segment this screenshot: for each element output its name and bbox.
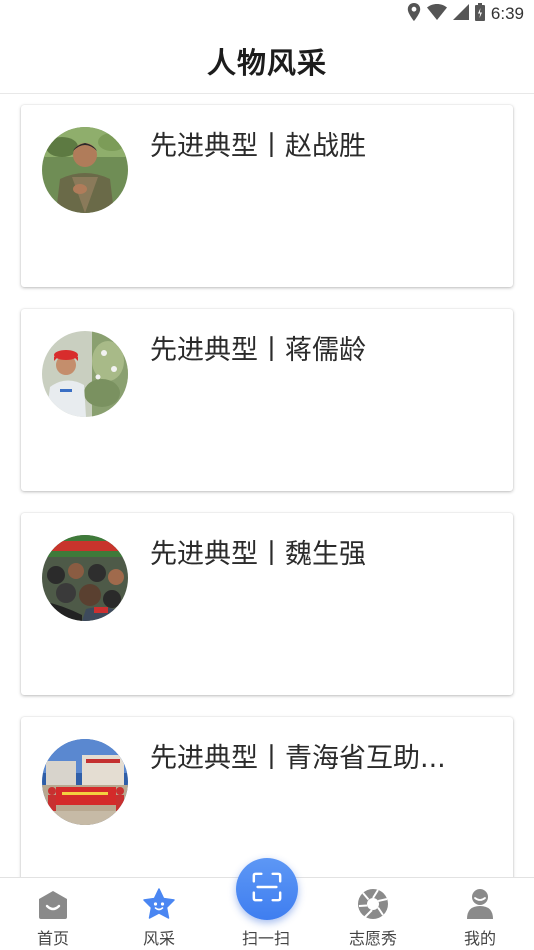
profile-card[interactable]: 先进典型丨青海省互助... bbox=[21, 717, 513, 877]
avatar bbox=[42, 127, 128, 213]
page-title: 人物风采 bbox=[206, 45, 327, 80]
battery-icon bbox=[474, 3, 485, 25]
nav-item-style[interactable]: 风采 bbox=[106, 878, 212, 950]
nav-label: 首页 bbox=[36, 929, 69, 948]
card-title: 先进典型丨青海省互助... bbox=[150, 743, 446, 774]
wifi-icon bbox=[426, 4, 447, 24]
nav-item-mine[interactable]: 我的 bbox=[427, 878, 533, 950]
card-title: 先进典型丨赵战胜 bbox=[150, 131, 366, 162]
location-icon bbox=[407, 3, 421, 25]
status-icons: 6:39 bbox=[407, 3, 524, 25]
nav-label: 志愿秀 bbox=[348, 929, 397, 948]
avatar bbox=[42, 331, 128, 417]
aperture-icon bbox=[356, 887, 390, 921]
profile-card[interactable]: 先进典型丨赵战胜 bbox=[21, 105, 513, 287]
scan-icon bbox=[251, 871, 283, 907]
card-list[interactable]: 先进典型丨赵战胜 先进典型丨蒋儒龄 先进典型丨魏生强 先进典型丨青海省互助... bbox=[0, 95, 534, 877]
avatar bbox=[42, 739, 128, 825]
home-icon bbox=[36, 887, 70, 921]
nav-label: 我的 bbox=[463, 929, 496, 948]
card-title: 先进典型丨蒋儒龄 bbox=[150, 335, 366, 366]
nav-label: 风采 bbox=[142, 929, 175, 948]
profile-card[interactable]: 先进典型丨魏生强 bbox=[21, 513, 513, 695]
star-icon bbox=[142, 887, 176, 921]
card-title: 先进典型丨魏生强 bbox=[150, 539, 366, 570]
avatar bbox=[42, 535, 128, 621]
status-bar: 6:39 bbox=[0, 0, 534, 28]
signal-icon bbox=[452, 4, 469, 24]
profile-card[interactable]: 先进典型丨蒋儒龄 bbox=[21, 309, 513, 491]
app-header: 人物风采 bbox=[0, 28, 534, 94]
status-time: 6:39 bbox=[490, 4, 524, 23]
nav-label: 扫一扫 bbox=[241, 929, 290, 948]
nav-item-home[interactable]: 首页 bbox=[0, 878, 106, 950]
scan-button[interactable] bbox=[236, 858, 298, 920]
person-icon bbox=[463, 887, 497, 921]
nav-item-volunteer[interactable]: 志愿秀 bbox=[320, 878, 426, 950]
